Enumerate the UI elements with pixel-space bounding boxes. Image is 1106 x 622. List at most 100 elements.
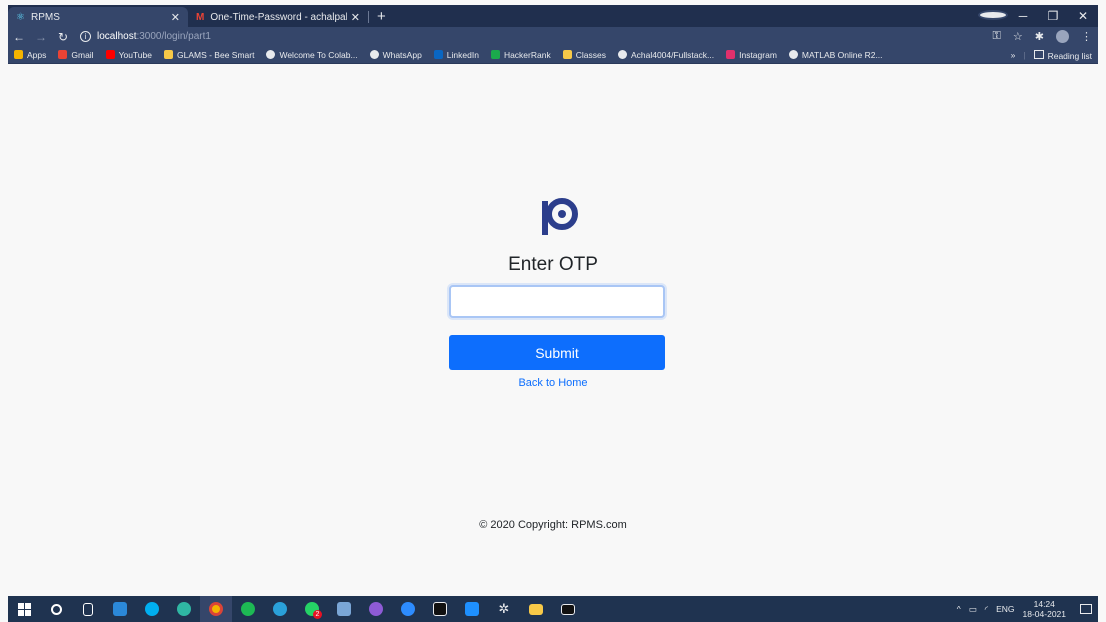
- youtube-icon: [105, 50, 115, 59]
- bookmark-linkedin[interactable]: LinkedIn: [433, 50, 479, 60]
- avatar[interactable]: [1056, 30, 1069, 43]
- clock-date: 18-04-2021: [1022, 609, 1066, 619]
- close-tab-icon[interactable]: ✕: [351, 11, 360, 24]
- tab-rpms[interactable]: ⚛ RPMS ✕: [8, 7, 188, 27]
- more-bookmarks-icon[interactable]: »: [1011, 50, 1016, 60]
- bookmark-github[interactable]: Achal4004/Fullstack...: [617, 49, 715, 60]
- close-tab-icon[interactable]: ✕: [171, 11, 180, 24]
- bookmark-whatsapp[interactable]: WhatsApp: [369, 49, 422, 60]
- bookmarks-right: » | Reading list: [1011, 46, 1092, 64]
- file-explorer-icon[interactable]: [520, 596, 552, 622]
- skype-icon[interactable]: [136, 596, 168, 622]
- clock[interactable]: 14:24 18-04-2021: [1023, 599, 1066, 619]
- whatsapp-icon[interactable]: 2: [296, 596, 328, 622]
- bookmark-label: GLAMS - Bee Smart: [176, 49, 255, 60]
- bookmarks-divider: |: [1023, 50, 1026, 60]
- restore-icon[interactable]: ❐: [1038, 9, 1068, 23]
- bookmark-matlab[interactable]: MATLAB Online R2...: [788, 49, 883, 60]
- bookmark-label: Classes: [575, 49, 606, 60]
- extensions-icon[interactable]: ✱: [1035, 30, 1044, 43]
- bookmarks-bar: Apps Gmail YouTube GLAMS - Bee Smart Wel…: [8, 46, 1098, 64]
- reload-icon[interactable]: ↻: [52, 30, 74, 44]
- bookmark-glams[interactable]: GLAMS - Bee Smart: [163, 49, 255, 60]
- mail-icon[interactable]: [104, 596, 136, 622]
- bookmark-label: Gmail: [71, 49, 94, 60]
- new-tab-icon[interactable]: +: [377, 8, 386, 25]
- vscode-icon[interactable]: [456, 596, 488, 622]
- globe-icon: [788, 50, 798, 59]
- intellij-icon[interactable]: [424, 596, 456, 622]
- minimize-icon[interactable]: ─: [1008, 9, 1038, 23]
- chevron-up-icon[interactable]: ^: [957, 604, 961, 614]
- tab-separator: [368, 11, 369, 23]
- search-icon[interactable]: [40, 596, 72, 622]
- bookmark-apps[interactable]: Apps: [14, 50, 46, 60]
- globe-icon: [266, 50, 276, 59]
- notepad-icon[interactable]: [328, 596, 360, 622]
- reading-list-label: Reading list: [1047, 50, 1092, 61]
- apps-grid-icon: [14, 50, 23, 59]
- bookmark-label: YouTube: [118, 49, 152, 60]
- address-bar-actions: ⚿ ☆ ✱ ⋮: [993, 27, 1092, 46]
- bookmark-youtube[interactable]: YouTube: [105, 49, 152, 60]
- bookmark-label: MATLAB Online R2...: [801, 49, 883, 60]
- language-indicator[interactable]: ENG: [996, 604, 1014, 614]
- url-host: localhost: [97, 31, 137, 42]
- browser-titlebar: ⚛ RPMS ✕ M One-Time-Password - achalpaln…: [8, 5, 1098, 27]
- hackerrank-icon: [490, 50, 500, 59]
- url-path: :3000/login/part1: [136, 31, 211, 42]
- linkedin-icon: [433, 50, 443, 59]
- site-info-icon[interactable]: i: [80, 31, 91, 42]
- terminal-icon[interactable]: [552, 596, 584, 622]
- spotify-icon[interactable]: [232, 596, 264, 622]
- bookmark-label: Achal4004/Fullstack...: [630, 49, 715, 60]
- reading-list-button[interactable]: Reading list: [1033, 49, 1092, 61]
- wifi-icon[interactable]: ◜: [985, 604, 988, 615]
- menu-kebab-icon[interactable]: ⋮: [1081, 30, 1092, 43]
- reading-list-icon: [1033, 49, 1044, 59]
- bookmark-gmail[interactable]: Gmail: [58, 49, 94, 60]
- tab-title: RPMS: [30, 11, 60, 23]
- back-arrow-icon[interactable]: ←: [8, 30, 30, 44]
- bookmark-label: Apps: [27, 49, 47, 60]
- forward-arrow-icon[interactable]: →: [30, 30, 52, 44]
- settings-gear-icon[interactable]: ✲: [488, 596, 520, 622]
- close-window-icon[interactable]: ✕: [1068, 9, 1098, 23]
- bookmark-label: Welcome To Colab...: [279, 49, 358, 60]
- react-icon: ⚛: [16, 11, 25, 23]
- github-desktop-icon[interactable]: [360, 596, 392, 622]
- battery-icon[interactable]: ▭: [969, 604, 977, 615]
- key-icon[interactable]: ⚿: [993, 30, 1001, 43]
- chrome-icon[interactable]: [200, 596, 232, 622]
- clock-time: 14:24: [1033, 599, 1055, 609]
- bookmark-label: WhatsApp: [382, 49, 422, 60]
- back-to-home-link[interactable]: Back to Home: [8, 377, 1098, 389]
- notifications-icon[interactable]: [1080, 604, 1092, 614]
- tab-gmail-otp[interactable]: M One-Time-Password - achalpalne ✕: [188, 7, 368, 27]
- classroom-icon: [562, 50, 572, 59]
- bookmark-colab[interactable]: Welcome To Colab...: [266, 49, 358, 60]
- taskbar: 2 ✲ ^ ▭ ◜ ENG 14:24 18-04-2021: [8, 596, 1098, 622]
- star-icon[interactable]: ☆: [1013, 30, 1023, 43]
- instagram-icon: [726, 50, 736, 59]
- bookmark-hackerrank[interactable]: HackerRank: [490, 50, 551, 60]
- profile-icon[interactable]: [978, 9, 1008, 23]
- zoom-icon[interactable]: [392, 596, 424, 622]
- window-controls: ─ ❐ ✕: [978, 5, 1098, 27]
- bookmark-instagram[interactable]: Instagram: [726, 50, 777, 60]
- telegram-icon[interactable]: [264, 596, 296, 622]
- address-bar: ← → ↻ i localhost :3000/login/part1 ⚿ ☆ …: [8, 27, 1098, 46]
- task-view-icon[interactable]: [72, 596, 104, 622]
- otp-input[interactable]: [449, 285, 665, 318]
- url-field[interactable]: i localhost :3000/login/part1: [80, 31, 211, 42]
- footer-copyright: © 2020 Copyright: RPMS.com: [479, 519, 627, 531]
- windows-start-icon[interactable]: [8, 596, 40, 622]
- page-content: Enter OTP Submit Back to Home © 2020 Cop…: [8, 64, 1098, 596]
- system-tray: ^ ▭ ◜ ENG 14:24 18-04-2021: [957, 596, 1092, 622]
- edge-icon[interactable]: [168, 596, 200, 622]
- page-title: Enter OTP: [508, 254, 598, 275]
- gmail-icon: M: [196, 11, 205, 23]
- bookmark-classes[interactable]: Classes: [562, 49, 606, 60]
- gmail-icon: [58, 50, 68, 59]
- submit-button[interactable]: Submit: [449, 335, 665, 370]
